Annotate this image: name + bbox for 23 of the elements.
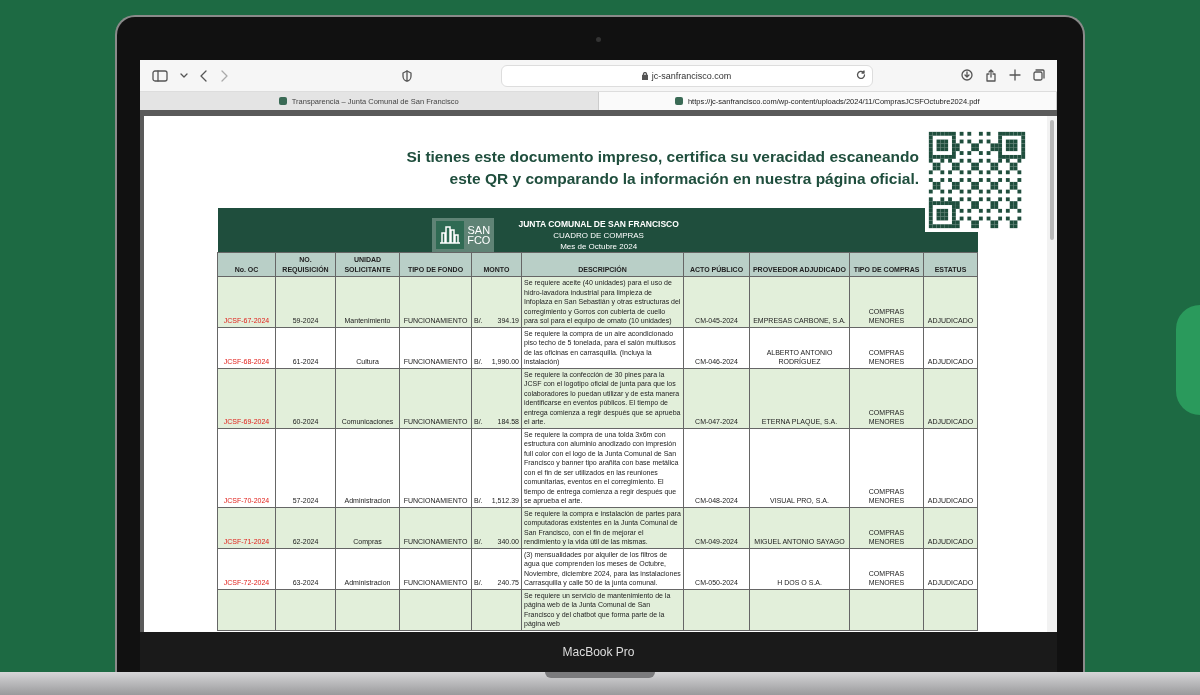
- table-subtitle: CUADRO DE COMPRAS: [553, 229, 644, 241]
- back-icon[interactable]: [200, 69, 208, 82]
- verification-notice: Si tienes este documento impreso, certifica su veracidad escaneando: [406, 147, 919, 167]
- address-bar[interactable]: jc-sanfrancisco.com: [500, 64, 873, 87]
- buildings-icon: [436, 221, 465, 249]
- chevron-down-icon[interactable]: [180, 72, 188, 79]
- reload-icon[interactable]: [855, 69, 866, 80]
- logo-text: SAN: [467, 225, 491, 235]
- lock-icon: [641, 71, 648, 80]
- url-text: jc-sanfrancisco.com: [651, 70, 732, 81]
- shield-icon[interactable]: [402, 69, 412, 82]
- download-icon[interactable]: [961, 69, 973, 81]
- scrollbar-thumb[interactable]: [1050, 120, 1054, 240]
- share-icon[interactable]: [985, 69, 997, 82]
- new-tab-icon[interactable]: [1009, 69, 1021, 81]
- tabs-overview-icon[interactable]: [1033, 69, 1045, 81]
- sidebar-icon[interactable]: [152, 69, 168, 82]
- logo-text: FCO: [467, 235, 491, 245]
- device-label: MacBook Pro: [562, 645, 635, 659]
- camera-icon: [596, 37, 601, 42]
- verification-notice: este QR y comparando la información en nuestra página oficial.: [449, 169, 919, 189]
- table-period: Mes de Octubre 2024: [560, 240, 638, 252]
- table-title: JUNTA COMUNAL DE SAN FRANCISCO: [518, 218, 679, 230]
